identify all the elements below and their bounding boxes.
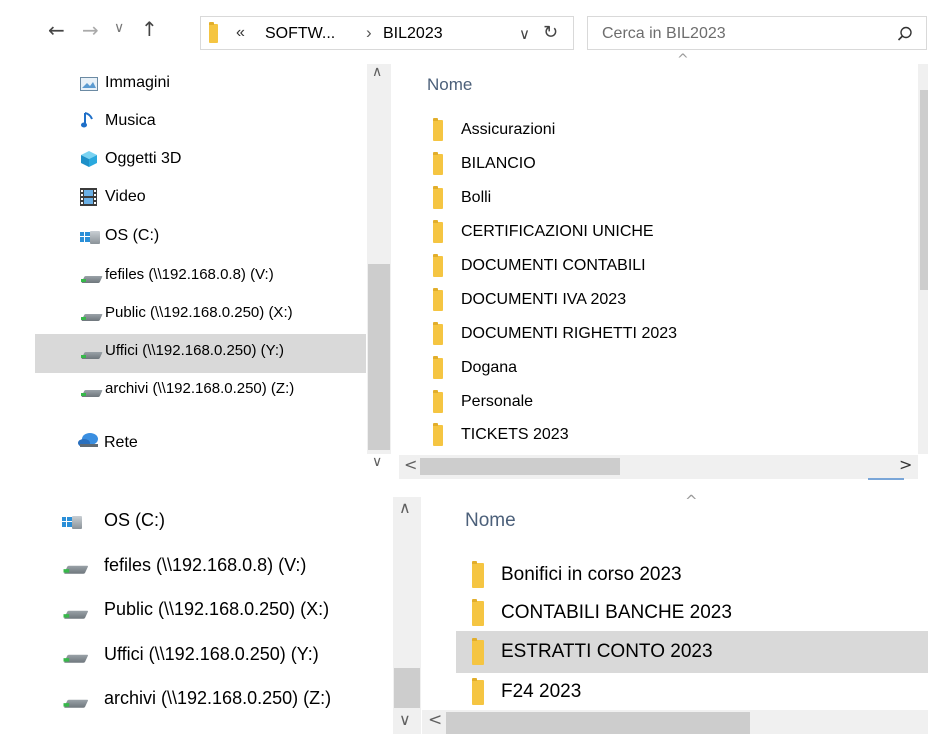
network-drive-icon <box>81 273 103 283</box>
folder-name: DOCUMENTI RIGHETTI 2023 <box>461 325 678 342</box>
folder-name: TICKETS 2023 <box>461 426 569 443</box>
folder-icon <box>472 678 484 705</box>
nav-item-label: Oggetti 3D <box>105 150 182 167</box>
os-drive-icon <box>62 514 84 530</box>
refresh-icon[interactable]: ↻ <box>543 22 558 43</box>
folder-icon <box>433 423 443 446</box>
sort-ascending-caret-icon: ^ <box>677 52 689 68</box>
hscroll-right-icon[interactable]: > <box>899 455 912 474</box>
hscroll-left-icon[interactable]: < <box>428 710 442 730</box>
hscroll-left-icon[interactable]: < <box>404 455 417 474</box>
folder-icon <box>472 561 484 588</box>
breadcrumb-bil2023[interactable]: BIL2023 <box>383 25 443 43</box>
sort-ascending-caret-icon: ^ <box>685 492 698 510</box>
forward-arrow-icon[interactable]: → <box>82 18 99 42</box>
folder-icon <box>209 22 218 43</box>
nav-item-label: fefiles (\\192.168.0.8) (V:) <box>104 555 307 575</box>
folder-name: CERTIFICAZIONI UNICHE <box>461 223 654 240</box>
breadcrumb-separator-icon: › <box>366 23 372 42</box>
folder-name: Assicurazioni <box>461 121 556 138</box>
nav-item-label: Uffici (\\192.168.0.250) (Y:) <box>104 644 319 664</box>
resize-indicator <box>868 478 904 480</box>
column-header-nome[interactable]: Nome <box>465 510 516 532</box>
folder-name: Bonifici in corso 2023 <box>501 564 682 585</box>
folder-name: Bolli <box>461 189 492 206</box>
folder-icon <box>433 118 443 141</box>
network-drive-icon <box>63 696 89 708</box>
folder-icon <box>433 220 443 243</box>
folder-name: Personale <box>461 393 534 410</box>
folder-icon <box>433 322 443 345</box>
column-header-nome[interactable]: Nome <box>427 75 472 95</box>
folder-name: F24 2023 <box>501 681 582 702</box>
nav-item-label: OS (C:) <box>105 227 160 244</box>
folder-name: ESTRATTI CONTO 2023 <box>501 641 713 662</box>
nav-item-label: OS (C:) <box>104 510 165 530</box>
nav-item-label: Public (\\192.168.0.250) (X:) <box>105 304 293 321</box>
folder-name: CONTABILI BANCHE 2023 <box>501 602 732 623</box>
nav-item-label: archivi (\\192.168.0.250) (Z:) <box>105 380 295 397</box>
pictures-icon <box>80 77 98 91</box>
network-drive-icon <box>63 607 89 619</box>
nav-item-label: fefiles (\\192.168.0.8) (V:) <box>105 266 274 283</box>
up-arrow-icon[interactable]: ↑ <box>141 17 158 41</box>
file-list-scrollbar-thumb[interactable] <box>920 90 928 290</box>
os-drive-icon <box>80 229 102 245</box>
network-drive-icon <box>63 562 89 574</box>
nav-item-label: Immagini <box>105 74 170 91</box>
network-icon <box>78 433 98 447</box>
nav-item-label: Rete <box>104 434 138 451</box>
folder-icon <box>433 152 443 175</box>
breadcrumb-overflow-icon[interactable]: « <box>236 24 245 42</box>
folder-icon <box>433 356 443 379</box>
nav-scroll-down-icon[interactable]: ∨ <box>372 454 382 470</box>
file-list-hscrollbar-thumb[interactable] <box>420 458 620 475</box>
nav-scrollbar-thumb[interactable] <box>368 264 390 450</box>
folder-icon <box>472 638 484 665</box>
video-icon <box>80 188 97 206</box>
nav-item-label: Uffici (\\192.168.0.250) (Y:) <box>105 342 284 359</box>
folder-icon <box>433 288 443 311</box>
address-bar[interactable]: « SOFTW... › BIL2023 ∨ ↻ <box>200 16 574 50</box>
network-drive-icon <box>63 651 89 663</box>
search-input-placeholder[interactable]: Cerca in BIL2023 <box>602 25 726 43</box>
folder-name: BILANCIO <box>461 155 536 172</box>
folder-name: DOCUMENTI CONTABILI <box>461 257 646 274</box>
breadcrumb-softw[interactable]: SOFTW... <box>265 25 335 43</box>
nav-scrollbar-thumb[interactable] <box>394 668 420 708</box>
folder-icon <box>433 390 443 413</box>
address-dropdown-chevron-icon[interactable]: ∨ <box>519 25 530 43</box>
nav-scroll-up-icon[interactable]: ∧ <box>399 498 411 517</box>
nav-scroll-down-icon[interactable]: ∨ <box>399 710 411 729</box>
nav-item-label: Musica <box>105 112 156 129</box>
3d-objects-icon <box>81 151 97 167</box>
back-arrow-icon[interactable]: ← <box>48 18 65 42</box>
nav-item-label: Video <box>105 188 146 205</box>
file-list-hscrollbar-thumb[interactable] <box>446 712 750 734</box>
search-icon[interactable] <box>897 26 913 42</box>
network-drive-icon <box>81 387 103 397</box>
nav-item-label: Public (\\192.168.0.250) (X:) <box>104 599 330 619</box>
folder-icon <box>433 186 443 209</box>
recent-locations-chevron-down-icon[interactable]: ∨ <box>114 20 124 36</box>
nav-item-label: archivi (\\192.168.0.250) (Z:) <box>104 688 332 708</box>
folder-name: DOCUMENTI IVA 2023 <box>461 291 627 308</box>
search-box[interactable]: Cerca in BIL2023 <box>587 16 927 50</box>
folder-icon <box>433 254 443 277</box>
nav-scroll-up-icon[interactable]: ∧ <box>372 64 382 80</box>
network-drive-icon <box>81 311 103 321</box>
music-icon <box>81 112 93 128</box>
folder-name: Dogana <box>461 359 518 376</box>
folder-icon <box>472 599 484 626</box>
network-drive-icon <box>81 349 103 359</box>
